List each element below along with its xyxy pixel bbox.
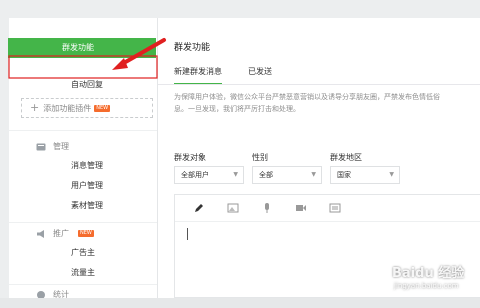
audio-icon[interactable]: [261, 202, 273, 214]
image-icon[interactable]: [227, 202, 239, 214]
promote-section-label: 推广: [53, 229, 69, 238]
sidebar-item-mass-send[interactable]: 群发功能: [8, 38, 156, 58]
divider: [9, 222, 157, 223]
tab-new-mass-message[interactable]: 新建群发消息: [174, 66, 222, 85]
chevron-down-icon: ▼: [233, 171, 238, 178]
promote-section-header: 推广 NEW: [37, 228, 94, 239]
sidebar-item-auto-reply[interactable]: 自动回复: [71, 79, 103, 90]
baidu-watermark: Baidu 经验: [392, 266, 465, 281]
page-title: 群发功能: [174, 43, 211, 53]
tab-bar: 新建群发消息 已发送: [174, 66, 272, 85]
region-label: 群发地区: [330, 153, 362, 162]
tab-sent[interactable]: 已发送: [248, 66, 272, 85]
target-select[interactable]: 全部用户 ▼: [174, 166, 244, 184]
plus-icon: +: [30, 101, 40, 114]
watermark-url: jingyan.baidu.com: [394, 282, 459, 290]
chevron-down-icon: ▼: [389, 171, 394, 178]
target-label: 群发对象: [174, 153, 206, 162]
gender-label: 性别: [252, 153, 268, 162]
tab-underline: [158, 84, 480, 85]
new-badge: NEW: [78, 230, 94, 237]
gender-select[interactable]: 全部 ▼: [252, 166, 322, 184]
megaphone-icon: [36, 229, 46, 239]
manage-section-label: 管理: [53, 142, 69, 151]
new-badge: NEW: [94, 105, 111, 112]
sidebar-item-messages[interactable]: 消息管理: [71, 160, 103, 171]
sidebar-item-materials[interactable]: 素材管理: [71, 200, 103, 211]
footer-bar: [0, 298, 480, 308]
sidebar-item-users[interactable]: 用户管理: [71, 180, 103, 191]
notice-line: 为保障用户体验，微信公众平台严禁恶意营销以及诱导分享朋友圈，严禁发布色情低俗: [174, 93, 440, 101]
news-icon[interactable]: [329, 202, 341, 214]
video-icon[interactable]: [295, 202, 307, 214]
target-select-value: 全部用户: [181, 171, 209, 179]
notice-line: 息。一旦发现，我们将严厉打击和处理。: [174, 105, 300, 113]
add-plugin-button[interactable]: + 添加功能插件 NEW: [21, 98, 153, 118]
add-plugin-label: 添加功能插件: [43, 104, 92, 113]
sidebar: 功能 自动回复 +添加功能插件NEW 管理 消息管理 用户管理 素材管理 推广N…: [9, 18, 158, 299]
region-select[interactable]: 国家 ▼: [330, 166, 400, 184]
manage-icon: [36, 142, 46, 152]
chevron-down-icon: ▼: [311, 171, 316, 178]
sidebar-item-advertiser[interactable]: 广告主: [71, 247, 95, 258]
notice-text: 为保障用户体验，微信公众平台严禁恶意营销以及诱导分享朋友圈，严禁发布色情低俗 息…: [174, 91, 480, 115]
divider: [9, 130, 157, 131]
manage-section-header: 管理: [36, 141, 69, 152]
main-panel: 群发功能 新建群发消息 已发送 为保障用户体验，微信公众平台严禁恶意营销以及诱导…: [158, 18, 480, 298]
sidebar-item-publisher[interactable]: 流量主: [71, 267, 95, 278]
pencil-icon[interactable]: [193, 202, 205, 214]
region-select-value: 国家: [337, 171, 351, 179]
gender-select-value: 全部: [259, 171, 273, 179]
divider: [9, 284, 157, 285]
text-cursor: [187, 228, 188, 240]
editor-toolbar: [175, 195, 480, 222]
